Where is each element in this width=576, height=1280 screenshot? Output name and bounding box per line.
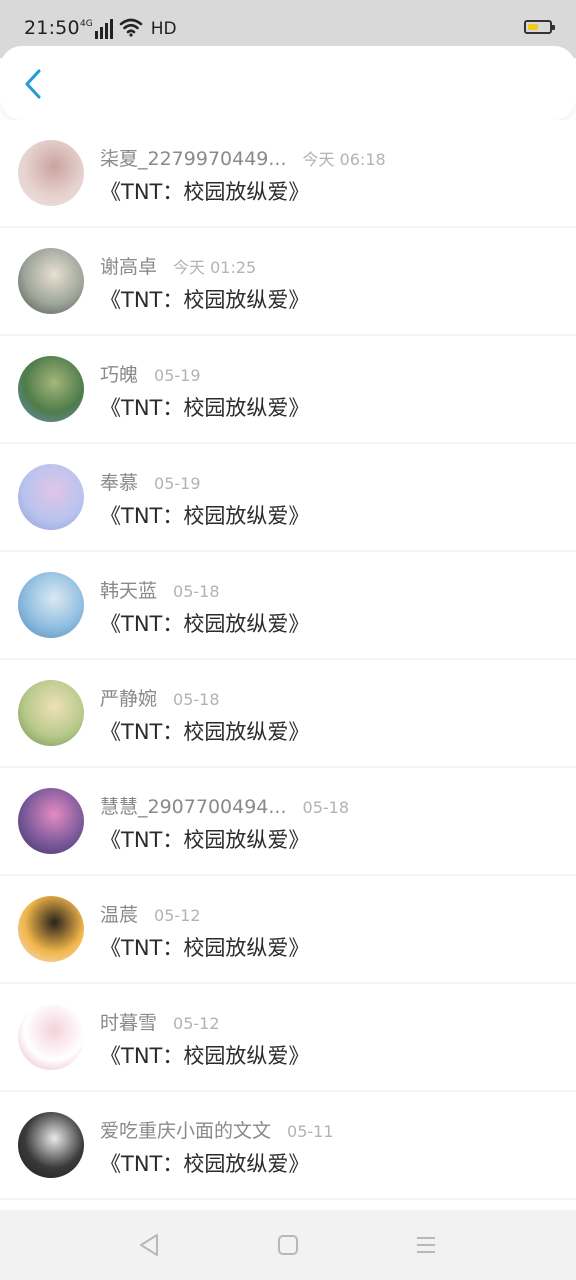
meta-line: 慧慧_2907700494... 05-18 [100,792,349,819]
top-bar [0,46,576,120]
network-type-label: 4G [80,19,93,29]
avatar[interactable] [18,680,84,746]
story-title[interactable]: 《TNT：校园放纵爱》 [100,500,309,530]
list-item[interactable]: 奉慕 05-19 《TNT：校园放纵爱》 [0,444,576,550]
meta-line: 爱吃重庆小面的文文 05-11 [100,1116,334,1143]
story-title[interactable]: 《TNT：校园放纵爱》 [100,392,309,422]
username[interactable]: 慧慧_2907700494... [100,792,287,819]
timestamp: 05-19 [154,366,201,385]
list-item[interactable]: 爱吃重庆小面的文文 05-11 《TNT：校园放纵爱》 [0,1092,576,1198]
avatar[interactable] [18,248,84,314]
message-list: 柒夏_2279970449... 今天 06:18 《TNT：校园放纵爱》 谢高卓 今天… [0,120,576,1200]
timestamp: 05-18 [173,690,220,709]
timestamp: 05-11 [287,1122,334,1141]
timestamp: 今天 01:25 [173,258,257,277]
timestamp: 05-12 [154,906,201,925]
story-title[interactable]: 《TNT：校园放纵爱》 [100,608,309,638]
list-item[interactable]: 谢高卓 今天 01:25 《TNT：校园放纵爱》 [0,228,576,334]
username[interactable]: 时暮雪 [100,1008,157,1035]
meta-line: 时暮雪 05-12 [100,1008,220,1035]
story-title[interactable]: 《TNT：校园放纵爱》 [100,284,309,314]
status-time: 21:50 [24,17,80,39]
timestamp: 05-18 [173,582,220,601]
story-title[interactable]: 《TNT：校园放纵爱》 [100,824,309,854]
meta-line: 温莀 05-12 [100,900,201,927]
signal-icon: 4G [80,19,113,39]
meta-line: 韩天蓝 05-18 [100,576,220,603]
username[interactable]: 温莀 [100,900,138,927]
username[interactable]: 爱吃重庆小面的文文 [100,1116,271,1143]
timestamp: 05-19 [154,474,201,493]
back-triangle-icon[interactable] [136,1232,162,1258]
timestamp: 05-18 [302,798,350,817]
story-title[interactable]: 《TNT：校园放纵爱》 [100,716,309,746]
username[interactable]: 谢高卓 [100,252,157,279]
username[interactable]: 巧魄 [100,360,138,387]
home-square-icon[interactable] [275,1232,301,1258]
username[interactable]: 韩天蓝 [100,576,157,603]
story-title[interactable]: 《TNT：校园放纵爱》 [100,932,309,962]
chevron-left-icon [25,69,41,99]
list-item[interactable]: 韩天蓝 05-18 《TNT：校园放纵爱》 [0,552,576,658]
meta-line: 奉慕 05-19 [100,468,201,495]
avatar[interactable] [18,1112,84,1178]
battery-level [528,24,538,30]
battery-icon [524,20,555,34]
timestamp: 05-12 [173,1014,220,1033]
status-icons: 4G HD [80,17,177,41]
avatar[interactable] [18,788,84,854]
meta-line: 巧魄 05-19 [100,360,201,387]
back-button[interactable] [16,66,50,102]
avatar[interactable] [18,1004,84,1070]
avatar[interactable] [18,356,84,422]
username[interactable]: 严静婉 [100,684,157,711]
avatar[interactable] [18,464,84,530]
timestamp: 今天 06:18 [302,150,386,169]
avatar[interactable] [18,896,84,962]
username[interactable]: 奉慕 [100,468,138,495]
list-item[interactable]: 巧魄 05-19 《TNT：校园放纵爱》 [0,336,576,442]
meta-line: 柒夏_2279970449... 今天 06:18 [100,144,386,171]
wifi-icon [119,17,143,41]
avatar[interactable] [18,572,84,638]
list-item[interactable]: 慧慧_2907700494... 05-18 《TNT：校园放纵爱》 [0,768,576,874]
menu-lines-icon[interactable] [413,1232,439,1258]
username[interactable]: 柒夏_2279970449... [100,144,287,171]
meta-line: 谢高卓 今天 01:25 [100,252,256,279]
meta-line: 严静婉 05-18 [100,684,220,711]
story-title[interactable]: 《TNT：校园放纵爱》 [100,1040,309,1070]
list-item[interactable]: 时暮雪 05-12 《TNT：校园放纵爱》 [0,984,576,1090]
list-item[interactable]: 柒夏_2279970449... 今天 06:18 《TNT：校园放纵爱》 [0,120,576,226]
story-title[interactable]: 《TNT：校园放纵爱》 [100,1148,309,1178]
story-title[interactable]: 《TNT：校园放纵爱》 [100,176,309,206]
hd-label: HD [150,19,177,39]
list-item[interactable]: 严静婉 05-18 《TNT：校园放纵爱》 [0,660,576,766]
list-item[interactable]: 温莀 05-12 《TNT：校园放纵爱》 [0,876,576,982]
system-nav-bar [0,1210,576,1280]
avatar[interactable] [18,140,84,206]
